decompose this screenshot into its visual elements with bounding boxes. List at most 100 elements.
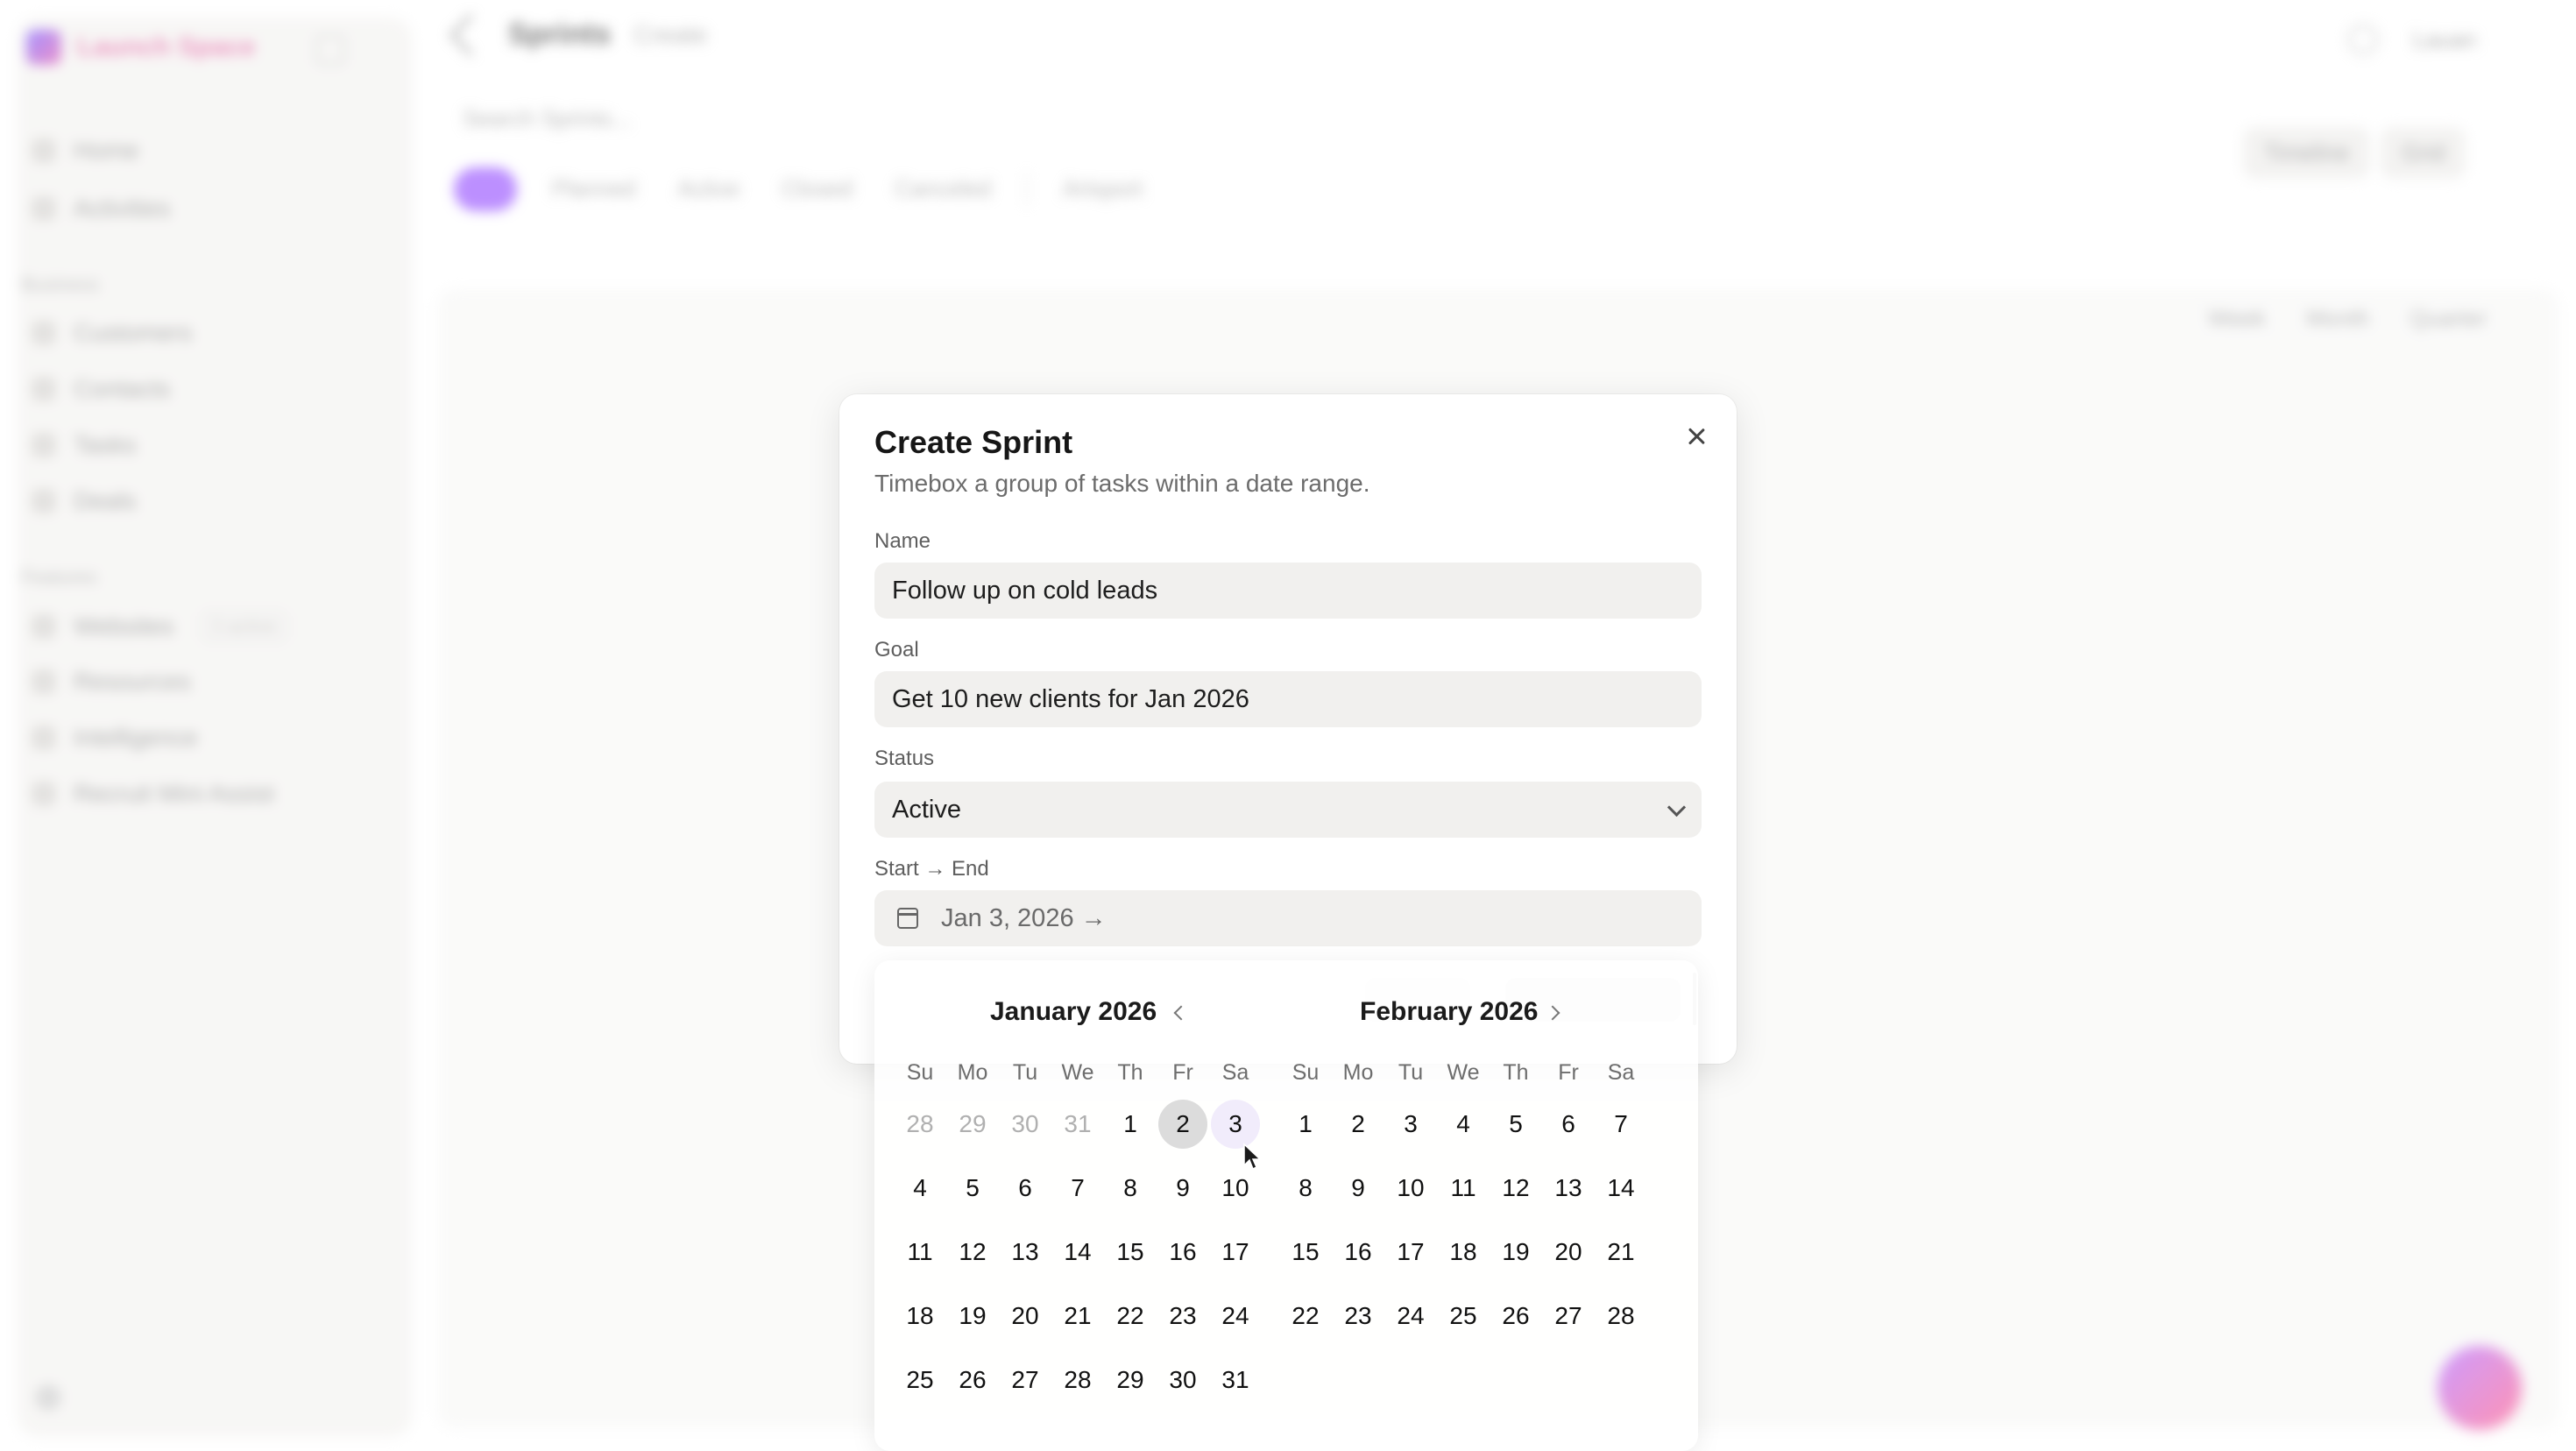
calendar-day[interactable]: 13	[1544, 1164, 1593, 1213]
calendar-day[interactable]: 12	[1491, 1164, 1540, 1213]
calendar-day[interactable]: 22	[1281, 1292, 1330, 1341]
calendar-day[interactable]: 8	[1281, 1164, 1330, 1213]
calendar-day[interactable]: 13	[1001, 1228, 1050, 1277]
calendar-day[interactable]: 18	[1439, 1228, 1488, 1277]
weekday-label: Th	[1503, 1060, 1529, 1085]
chevron-right-icon[interactable]	[1545, 1005, 1560, 1021]
calendar-day[interactable]: 14	[1053, 1228, 1102, 1277]
calendar-day[interactable]: 27	[1001, 1355, 1050, 1405]
date-range-calendar: January 2026 Su Mo Tu We Th Fr Sa 28 29 30 31 1 2 3 4…	[874, 960, 1698, 1451]
calendar-day[interactable]: 5	[948, 1164, 997, 1213]
calendar-day[interactable]: 1	[1281, 1100, 1330, 1149]
mouse-cursor-icon	[1243, 1143, 1262, 1171]
calendar-day[interactable]: 7	[1596, 1100, 1645, 1149]
calendar-day[interactable]: 28	[1596, 1292, 1645, 1341]
calendar-day[interactable]: 8	[1106, 1164, 1155, 1213]
chevron-down-icon	[1667, 797, 1687, 818]
goal-label: Goal	[874, 638, 919, 662]
weekday-label: Tu	[1398, 1060, 1424, 1085]
weekday-header: Su Mo Tu We Th Fr Sa	[894, 1060, 1262, 1086]
calendar-day[interactable]: 20	[1001, 1292, 1050, 1341]
calendar-day[interactable]: 14	[1596, 1164, 1645, 1213]
calendar-day[interactable]: 20	[1544, 1228, 1593, 1277]
calendar-day[interactable]: 15	[1106, 1228, 1155, 1277]
calendar-day[interactable]: 3	[1211, 1100, 1260, 1149]
goal-input[interactable]	[892, 684, 1684, 714]
weekday-label: Tu	[1012, 1060, 1038, 1085]
weekday-label: Mo	[1342, 1060, 1374, 1085]
calendar-day[interactable]: 10	[1386, 1164, 1435, 1213]
calendar-day[interactable]: 18	[895, 1292, 945, 1341]
calendar-day[interactable]: 6	[1544, 1100, 1593, 1149]
calendar-day[interactable]: 24	[1211, 1292, 1260, 1341]
goal-field-wrapper	[874, 671, 1702, 727]
month-title: February 2026	[1360, 997, 1539, 1026]
dialog-title: Create Sprint	[874, 424, 1073, 460]
status-select[interactable]: Active	[874, 782, 1702, 838]
calendar-day[interactable]: 21	[1053, 1292, 1102, 1341]
calendar-day[interactable]: 12	[948, 1228, 997, 1277]
calendar-day[interactable]: 28	[1053, 1355, 1102, 1405]
name-input[interactable]	[892, 576, 1684, 605]
calendar-day[interactable]: 15	[1281, 1228, 1330, 1277]
calendar-day[interactable]: 4	[895, 1164, 945, 1213]
calendar-day[interactable]: 19	[948, 1292, 997, 1341]
calendar-day[interactable]: 21	[1596, 1228, 1645, 1277]
calendar-day[interactable]: 4	[1439, 1100, 1488, 1149]
calendar-day[interactable]: 16	[1334, 1228, 1383, 1277]
calendar-day[interactable]: 3	[1386, 1100, 1435, 1149]
dates-label: Start → End	[874, 857, 989, 881]
calendar-day[interactable]: 30	[1158, 1355, 1207, 1405]
calendar-day[interactable]: 19	[1491, 1228, 1540, 1277]
name-label: Name	[874, 529, 931, 553]
calendar-day[interactable]: 11	[1439, 1164, 1488, 1213]
calendar-day[interactable]: 29	[1106, 1355, 1155, 1405]
calendar-day[interactable]: 11	[895, 1228, 945, 1277]
calendar-month-january: January 2026 Su Mo Tu We Th Fr Sa 28 29 30 31 1 2 3 4…	[894, 997, 1262, 1412]
day-grid: 1 2 3 4 5 6 7 8 9 10 11 12 13 14 15 16 17 18 19 20 21 22 23 24 2…	[1279, 1093, 1647, 1348]
calendar-day[interactable]: 1	[1106, 1100, 1155, 1149]
calendar-day[interactable]: 23	[1158, 1292, 1207, 1341]
calendar-day[interactable]: 22	[1106, 1292, 1155, 1341]
calendar-day[interactable]: 27	[1544, 1292, 1593, 1341]
dialog-description: Timebox a group of tasks within a date r…	[874, 470, 1370, 497]
calendar-day[interactable]: 9	[1158, 1164, 1207, 1213]
calendar-day[interactable]: 2	[1158, 1100, 1207, 1149]
chevron-left-icon[interactable]	[1173, 1005, 1189, 1021]
calendar-day[interactable]: 31	[1053, 1100, 1102, 1149]
calendar-month-february: February 2026 Su Mo Tu We Th Fr Sa 1 2 3 4 5 6 7 8 9 10…	[1279, 997, 1647, 1348]
calendar-day[interactable]: 26	[948, 1355, 997, 1405]
weekday-header: Su Mo Tu We Th Fr Sa	[1279, 1060, 1647, 1086]
weekday-label: Th	[1117, 1060, 1143, 1085]
weekday-label: Su	[906, 1060, 934, 1085]
weekday-label: Sa	[1607, 1060, 1635, 1085]
weekday-label: Sa	[1221, 1060, 1249, 1085]
calendar-icon	[897, 908, 918, 929]
date-range-picker[interactable]: Jan 3, 2026 →	[874, 890, 1702, 946]
calendar-day[interactable]: 17	[1211, 1228, 1260, 1277]
calendar-day[interactable]: 9	[1334, 1164, 1383, 1213]
weekday-label: We	[1061, 1060, 1094, 1085]
calendar-day[interactable]: 29	[948, 1100, 997, 1149]
status-label: Status	[874, 747, 935, 770]
month-title: January 2026	[990, 997, 1157, 1026]
calendar-day[interactable]: 25	[895, 1355, 945, 1405]
calendar-day[interactable]: 23	[1334, 1292, 1383, 1341]
calendar-day[interactable]: 16	[1158, 1228, 1207, 1277]
calendar-day[interactable]: 5	[1491, 1100, 1540, 1149]
calendar-day[interactable]: 17	[1386, 1228, 1435, 1277]
day-grid: 28 29 30 31 1 2 3 4 5 6 7 8 9 10 11 12 13 14 15 16 17 18 19 20 2…	[894, 1093, 1262, 1412]
calendar-day[interactable]: 30	[1001, 1100, 1050, 1149]
calendar-day[interactable]: 31	[1211, 1355, 1260, 1405]
calendar-day[interactable]: 2	[1334, 1100, 1383, 1149]
close-icon[interactable]	[1681, 421, 1712, 452]
calendar-day[interactable]: 26	[1491, 1292, 1540, 1341]
calendar-day[interactable]: 28	[895, 1100, 945, 1149]
calendar-day[interactable]: 7	[1053, 1164, 1102, 1213]
weekday-label: Fr	[1558, 1060, 1579, 1085]
calendar-day[interactable]: 25	[1439, 1292, 1488, 1341]
weekday-label: Mo	[957, 1060, 988, 1085]
calendar-day[interactable]: 6	[1001, 1164, 1050, 1213]
calendar-day[interactable]: 24	[1386, 1292, 1435, 1341]
weekday-label: We	[1447, 1060, 1480, 1085]
